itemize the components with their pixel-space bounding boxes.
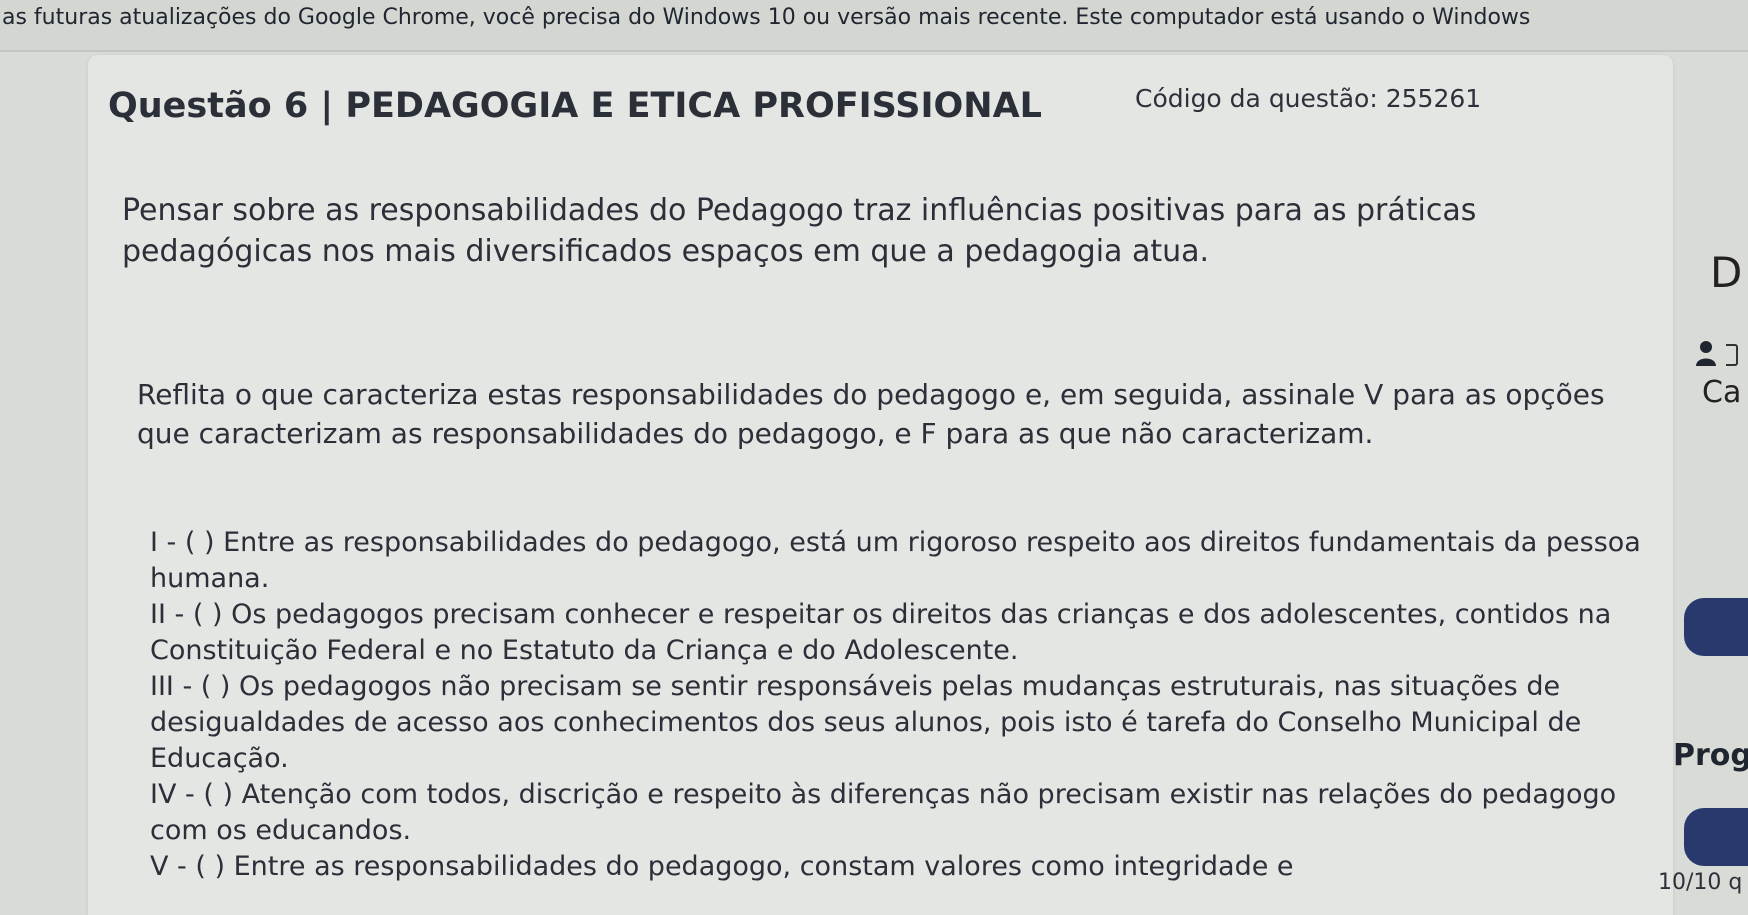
question-prompt: Reflita o que caracteriza estas responsa…	[137, 378, 1605, 450]
statement-item: IV - ( ) Atenção com todos, discrição e …	[150, 779, 1617, 846]
bracket-icon	[1726, 344, 1738, 366]
browser-update-banner: as futuras atualizações do Google Chrome…	[0, 0, 1748, 52]
statement-item: I - ( ) Entre as responsabilidades do pe…	[150, 527, 1641, 594]
sidebar-label-fragment: Ca	[1702, 375, 1742, 410]
question-title: Questão 6 | PEDAGOGIA E ETICA PROFISSION…	[108, 86, 1042, 126]
sidebar-heading-fragment: D	[1710, 248, 1743, 297]
banner-text: as futuras atualizações do Google Chrome…	[2, 5, 1531, 30]
question-count: 10/10 q	[1658, 870, 1743, 895]
progress-heading: Prog	[1673, 738, 1748, 773]
sidebar-action-button-secondary[interactable]	[1684, 808, 1748, 866]
statement-item: V - ( ) Entre as responsabilidades do pe…	[150, 851, 1294, 882]
sidebar-action-button[interactable]	[1684, 598, 1748, 656]
page: as futuras atualizações do Google Chrome…	[0, 0, 1748, 915]
statement-item: III - ( ) Os pedagogos não precisam se s…	[150, 671, 1582, 774]
question-code: Código da questão: 255261	[1135, 84, 1482, 113]
user-icon	[1696, 341, 1716, 366]
question-intro: Pensar sobre as responsabilidades do Ped…	[122, 193, 1477, 269]
statement-list: I - ( ) Entre as responsabilidades do pe…	[150, 525, 1660, 885]
statement-item: II - ( ) Os pedagogos precisam conhecer …	[150, 599, 1612, 666]
